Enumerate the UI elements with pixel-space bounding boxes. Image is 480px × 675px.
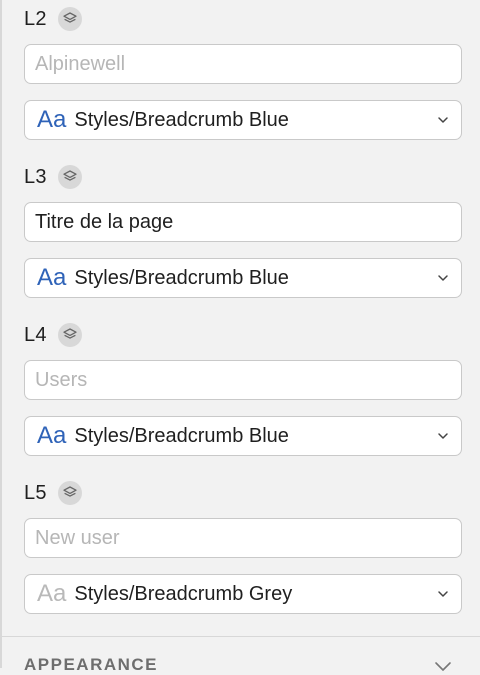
level-label: L4: [24, 324, 47, 346]
level-group-l2: L2 Alpinewell Aa Styles/Breadcrumb Blue: [24, 4, 462, 144]
layers-icon-glyph: [63, 328, 77, 339]
chevron-down-icon: [438, 117, 448, 123]
text-style-select[interactable]: Aa Styles/Breadcrumb Grey: [24, 574, 462, 614]
chevron-down-icon: [438, 433, 448, 439]
chevron-down-icon: [438, 591, 448, 597]
text-style-value: Styles/Breadcrumb Grey: [74, 582, 293, 605]
level-group-l3: L3 Titre de la page Aa Styles/Breadcrumb…: [24, 162, 462, 302]
text-style-value: Styles/Breadcrumb Blue: [74, 108, 289, 131]
text-style-icon: Aa: [37, 264, 67, 291]
text-style-icon: Aa: [37, 422, 67, 449]
level-header: L5: [24, 478, 462, 508]
layers-icon-glyph: [63, 170, 77, 181]
chevron-down-icon: [438, 275, 448, 281]
select-content: Aa Styles/Breadcrumb Blue: [35, 424, 289, 448]
level-label: L3: [24, 166, 47, 188]
level-header: L2: [24, 4, 462, 34]
text-style-select[interactable]: Aa Styles/Breadcrumb Blue: [24, 416, 462, 456]
input-value: Titre de la page: [35, 210, 174, 233]
layers-icon[interactable]: [57, 7, 82, 31]
chevron-down-icon[interactable]: [434, 660, 452, 672]
input-placeholder: New user: [35, 526, 120, 549]
level-header: L3: [24, 162, 462, 192]
level-label: L2: [24, 8, 47, 30]
input-placeholder: Users: [35, 368, 88, 391]
text-style-value: Styles/Breadcrumb Blue: [74, 266, 289, 289]
input-placeholder: Alpinewell: [35, 52, 126, 75]
level-text-input[interactable]: New user: [24, 518, 462, 558]
section-title[interactable]: APPEARANCE: [24, 655, 158, 675]
select-content: Aa Styles/Breadcrumb Blue: [35, 108, 289, 132]
level-label: L5: [24, 482, 47, 504]
breadcrumb-settings-panel: L2 Alpinewell Aa Styles/Breadcrumb Blue …: [0, 0, 480, 674]
level-group-l5: L5 New user Aa Styles/Breadcrumb Grey: [24, 478, 462, 618]
select-content: Aa Styles/Breadcrumb Blue: [35, 266, 289, 290]
level-text-input[interactable]: Users: [24, 360, 462, 400]
layers-icon[interactable]: [57, 481, 82, 505]
level-group-l4: L4 Users Aa Styles/Breadcrumb Blue: [24, 320, 462, 460]
layers-icon-glyph: [63, 486, 77, 497]
layers-icon[interactable]: [57, 165, 82, 189]
select-content: Aa Styles/Breadcrumb Grey: [35, 582, 292, 606]
text-style-select[interactable]: Aa Styles/Breadcrumb Blue: [24, 100, 462, 140]
section-divider: [2, 636, 480, 637]
level-header: L4: [24, 320, 462, 350]
text-style-icon: Aa: [37, 106, 67, 133]
level-text-input[interactable]: Alpinewell: [24, 44, 462, 84]
text-style-value: Styles/Breadcrumb Blue: [74, 424, 289, 447]
layers-icon[interactable]: [57, 323, 82, 347]
text-style-icon: Aa: [37, 580, 67, 607]
level-text-input[interactable]: Titre de la page: [24, 202, 462, 242]
layers-icon-glyph: [63, 12, 77, 23]
text-style-select[interactable]: Aa Styles/Breadcrumb Blue: [24, 258, 462, 298]
